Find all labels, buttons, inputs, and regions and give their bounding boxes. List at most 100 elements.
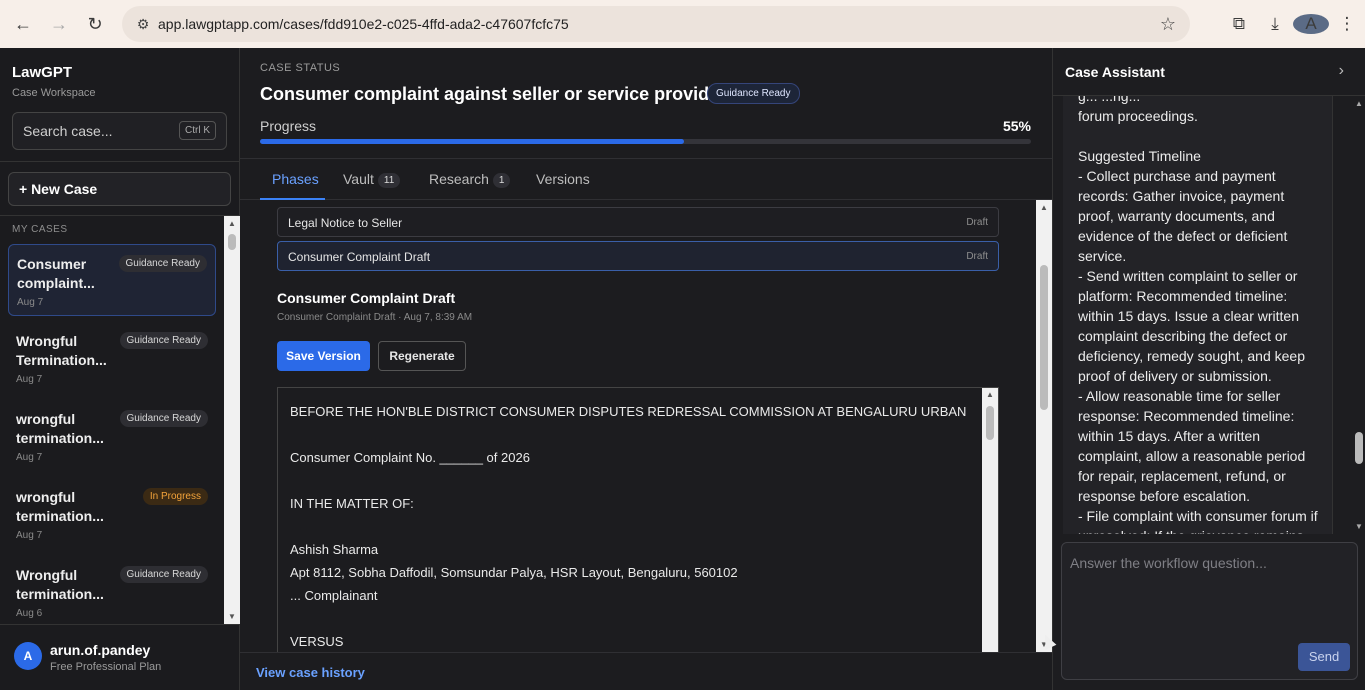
regenerate-button[interactable]: Regenerate xyxy=(378,341,466,371)
brand-name: LawGPT xyxy=(12,64,73,81)
case-title: wrongful termination... xyxy=(16,411,104,446)
main-panel: CASE STATUS Consumer complaint against s… xyxy=(240,48,1052,690)
draft-editor[interactable]: BEFORE THE HON'BLE DISTRICT CONSUMER DIS… xyxy=(277,387,999,652)
send-button[interactable]: Send xyxy=(1298,643,1350,671)
case-date: Aug 7 xyxy=(16,452,43,463)
sidebar: LawGPT Case Workspace Search case... Ctr… xyxy=(0,48,240,690)
case-item[interactable]: wrongful termination... Aug 7 In Progres… xyxy=(8,478,216,550)
reload-icon[interactable]: ↻ xyxy=(77,6,113,42)
status-badge: Guidance Ready xyxy=(118,255,207,272)
user-plan: Free Professional Plan xyxy=(50,661,162,673)
brand-subtitle: Case Workspace xyxy=(12,87,96,99)
avatar: A xyxy=(14,642,42,670)
scroll-up-icon[interactable]: ▲ xyxy=(1355,99,1363,108)
phase-status: Draft xyxy=(966,251,988,262)
view-case-history-link[interactable]: View case history xyxy=(256,665,365,680)
draft-title: Consumer Complaint Draft xyxy=(277,290,456,306)
progress-fill xyxy=(260,139,685,144)
phase-name: Legal Notice to Seller xyxy=(288,216,403,230)
search-input[interactable]: Search case... Ctrl K xyxy=(12,112,227,150)
progress-bar xyxy=(260,139,1031,144)
tab-versions[interactable]: Versions xyxy=(536,171,590,187)
case-title: Wrongful Termination... xyxy=(16,333,107,368)
case-item[interactable]: Consumer complaint... Aug 7 Guidance Rea… xyxy=(8,244,216,316)
phase-item[interactable]: Legal Notice to Seller Draft xyxy=(277,207,999,237)
divider xyxy=(0,161,240,162)
divider xyxy=(0,215,240,216)
case-assistant-panel: Case Assistant › g... ...ng... forum pro… xyxy=(1052,48,1365,690)
case-date: Aug 7 xyxy=(16,374,43,385)
status-badge: Guidance Ready xyxy=(119,332,208,349)
url-text[interactable]: app.lawgptapp.com/cases/fdd910e2-c025-4f… xyxy=(158,16,569,32)
scroll-up-icon[interactable]: ▲ xyxy=(228,219,236,228)
extensions-icon[interactable]: ⧉ xyxy=(1221,14,1257,34)
scroll-down-icon[interactable]: ▼ xyxy=(1355,522,1363,531)
main-scrollbar[interactable]: ▲ ▼ xyxy=(1036,200,1052,652)
status-badge: Guidance Ready xyxy=(119,410,208,427)
tab-research[interactable]: Research 1 xyxy=(429,171,511,188)
progress-value: 55% xyxy=(1002,118,1031,134)
scroll-up-icon[interactable]: ▲ xyxy=(1040,203,1048,212)
address-bar[interactable]: ⚙ app.lawgptapp.com/cases/fdd910e2-c025-… xyxy=(122,6,1190,42)
assistant-title: Case Assistant xyxy=(1065,64,1165,80)
answer-placeholder: Answer the workflow question... xyxy=(1070,555,1267,571)
phase-name: Consumer Complaint Draft xyxy=(288,250,431,264)
case-title: Wrongful termination... xyxy=(16,567,104,602)
case-item[interactable]: wrongful termination... Aug 7 Guidance R… xyxy=(8,400,216,472)
scroll-thumb[interactable] xyxy=(228,234,236,250)
user-name: arun.of.pandey xyxy=(50,642,151,658)
new-case-button[interactable]: + New Case xyxy=(8,172,231,206)
search-shortcut: Ctrl K xyxy=(179,121,216,140)
tab-bar: Phases Vault 11 Research 1 Versions xyxy=(240,158,1052,200)
footer-bar: View case history xyxy=(240,652,1052,690)
research-count: 1 xyxy=(492,173,511,188)
draft-meta: Consumer Complaint Draft · Aug 7, 8:39 A… xyxy=(277,312,473,323)
scroll-thumb[interactable] xyxy=(1040,265,1048,410)
download-icon[interactable]: ⤓ xyxy=(1257,14,1293,34)
scroll-thumb[interactable] xyxy=(1355,432,1363,464)
case-title: wrongful termination... xyxy=(16,489,104,524)
case-date: Aug 6 xyxy=(16,608,43,619)
draft-body[interactable]: BEFORE THE HON'BLE DISTRICT CONSUMER DIS… xyxy=(290,400,980,652)
case-status-label: CASE STATUS xyxy=(260,62,341,74)
scroll-down-icon[interactable]: ▼ xyxy=(228,612,236,621)
search-placeholder: Search case... xyxy=(23,123,113,139)
section-label: MY CASES xyxy=(12,224,68,235)
phase-content: Legal Notice to Seller Draft Consumer Co… xyxy=(240,200,1040,652)
case-title: Consumer complaint... xyxy=(17,256,95,291)
progress-label: Progress xyxy=(260,118,317,134)
case-date: Aug 7 xyxy=(17,297,44,308)
assistant-header: Case Assistant › xyxy=(1053,48,1365,96)
status-badge: Guidance Ready xyxy=(707,83,800,104)
scroll-thumb[interactable] xyxy=(986,406,994,440)
case-item[interactable]: Wrongful termination... Aug 6 Guidance R… xyxy=(8,556,216,624)
forward-icon[interactable]: → xyxy=(41,6,77,42)
assistant-message-text: g... ...ng... forum proceedings. Suggest… xyxy=(1078,96,1318,534)
site-info-icon[interactable]: ⚙ xyxy=(128,16,158,33)
case-item[interactable]: Wrongful Termination... Aug 7 Guidance R… xyxy=(8,322,216,394)
case-list-scrollbar[interactable]: ▲ ▼ xyxy=(224,216,240,624)
save-version-button[interactable]: Save Version xyxy=(277,341,370,371)
phase-status: Draft xyxy=(966,217,988,228)
status-badge: In Progress xyxy=(142,488,208,505)
menu-icon[interactable]: ⋮ xyxy=(1329,14,1365,34)
scroll-up-icon[interactable]: ▲ xyxy=(986,390,994,399)
assistant-message: g... ...ng... forum proceedings. Suggest… xyxy=(1063,96,1333,534)
browser-chrome: ← → ↻ ⚙ app.lawgptapp.com/cases/fdd910e2… xyxy=(0,0,1365,48)
profile-icon[interactable]: A xyxy=(1293,14,1329,34)
collapse-chevron-icon[interactable]: › xyxy=(1339,62,1344,80)
phase-item[interactable]: Consumer Complaint Draft Draft xyxy=(277,241,999,271)
editor-scrollbar[interactable]: ▲ xyxy=(982,388,998,652)
back-icon[interactable]: ← xyxy=(5,6,41,42)
tab-phases[interactable]: Phases xyxy=(272,171,319,187)
answer-input[interactable]: Answer the workflow question... Send xyxy=(1061,542,1358,680)
vault-count: 11 xyxy=(377,173,401,188)
tab-vault[interactable]: Vault 11 xyxy=(343,171,401,188)
case-list: Consumer complaint... Aug 7 Guidance Rea… xyxy=(0,244,224,624)
assistant-scrollbar[interactable]: ▲ ▼ xyxy=(1351,96,1365,534)
bookmark-star-icon[interactable]: ☆ xyxy=(1160,14,1176,35)
status-badge: Guidance Ready xyxy=(119,566,208,583)
user-profile[interactable]: A arun.of.pandey Free Professional Plan xyxy=(0,624,240,690)
page-title: Consumer complaint against seller or ser… xyxy=(260,84,727,104)
case-date: Aug 7 xyxy=(16,530,43,541)
